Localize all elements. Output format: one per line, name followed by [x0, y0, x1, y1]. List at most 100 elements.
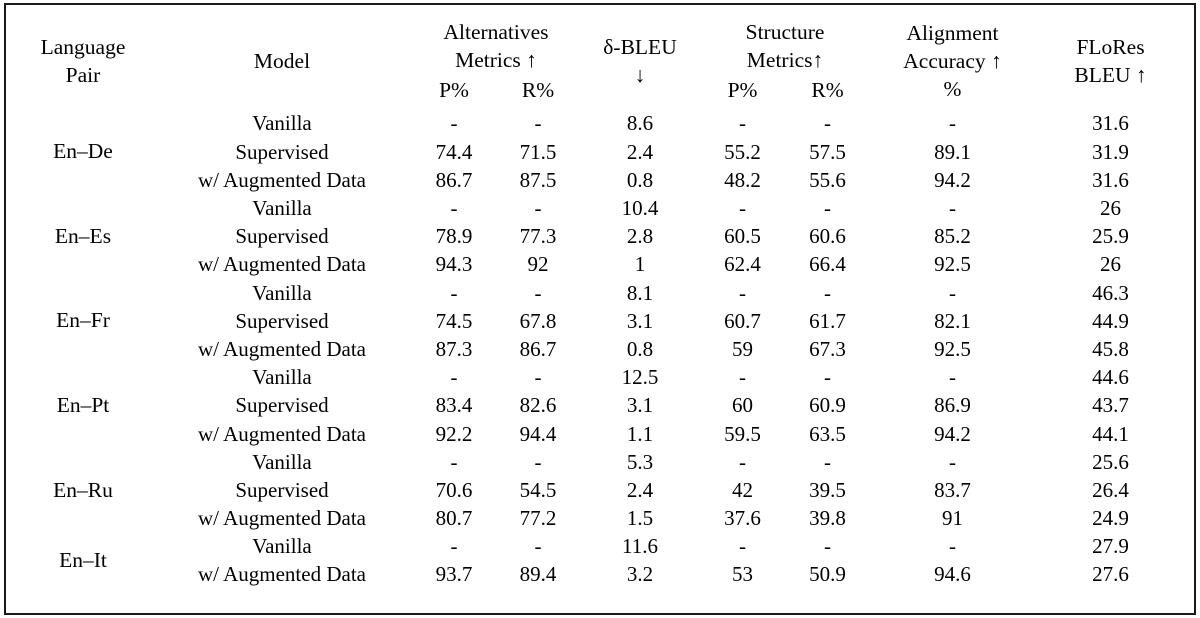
structure-precision-cell: -	[739, 111, 747, 136]
delta-bleu-cell: 1	[634, 252, 646, 277]
structure-precision-cell: 62.4	[724, 252, 761, 277]
model-name-cell: Supervised	[235, 477, 329, 502]
flores-bleu-cell: 44.6	[1092, 365, 1129, 390]
structure-precision-cell: -	[739, 534, 747, 559]
results-table-container: Language Pair Model Alternatives Metrics…	[14, 14, 1186, 600]
structure-recall-cell: -	[824, 449, 832, 474]
alignment-accuracy-cell: 92.5	[934, 336, 971, 361]
alignment-accuracy-cell: -	[949, 534, 957, 559]
structure-precision-cell: 42	[732, 477, 754, 502]
header-structure-line2: Metrics↑	[746, 47, 824, 72]
header-flores-line2: BLEU ↑	[1074, 63, 1147, 87]
header-model: Model	[152, 14, 412, 110]
header-structure-precision: P%	[727, 78, 758, 103]
alignment-accuracy-cell: 82.1	[934, 308, 971, 333]
table-row: Supervised 70.6 54.5 2.4 42 39.5 83.7 26.4	[14, 476, 1186, 504]
alternatives-precision-cell: 74.4	[435, 139, 473, 164]
alignment-accuracy-cell: -	[949, 111, 957, 136]
alternatives-recall-cell: 77.3	[519, 224, 557, 249]
flores-bleu-cell: 26.4	[1092, 477, 1129, 502]
header-language-pair: Language Pair	[14, 14, 152, 110]
alignment-accuracy-cell: 89.1	[934, 139, 971, 164]
alignment-accuracy-cell: 94.6	[934, 562, 971, 587]
alignment-accuracy-cell: -	[949, 280, 957, 305]
flores-bleu-cell: 24.9	[1092, 506, 1129, 531]
table-row: Supervised 83.4 82.6 3.1 60 60.9 86.9 43.7	[14, 392, 1186, 420]
header-structure-subcolumns: P% R%	[700, 77, 870, 105]
alternatives-precision-cell: -	[450, 280, 458, 305]
delta-bleu-cell: 3.2	[626, 562, 654, 587]
alternatives-precision-cell: 87.3	[435, 336, 473, 361]
structure-recall-cell: 55.6	[809, 167, 846, 192]
alternatives-recall-cell: 89.4	[519, 562, 557, 587]
table-body: En–De Vanilla - - 8.6 - - - 31.6 Supervised 74.4 71…	[14, 110, 1186, 589]
header-alternatives-line1: Alternatives	[443, 19, 549, 44]
structure-precision-cell: 55.2	[724, 139, 761, 164]
structure-precision-cell: -	[739, 280, 747, 305]
structure-recall-cell: 57.5	[809, 139, 846, 164]
header-structure-line1: Structure	[745, 19, 825, 44]
structure-precision-cell: 59.5	[724, 421, 761, 446]
model-name-cell: Supervised	[235, 308, 329, 333]
structure-precision-cell: 60.7	[724, 308, 761, 333]
structure-precision-cell: 60	[732, 393, 754, 418]
delta-bleu-cell: 5.3	[626, 449, 654, 474]
alternatives-precision-cell: 86.7	[435, 167, 473, 192]
alignment-accuracy-cell: 83.7	[934, 477, 971, 502]
model-name-cell: Vanilla	[252, 365, 312, 390]
flores-bleu-cell: 46.3	[1092, 280, 1129, 305]
header-alternatives-recall: R%	[521, 78, 555, 103]
language-pair-cell: En–Fr	[56, 308, 110, 333]
alternatives-recall-cell: -	[534, 280, 542, 305]
alternatives-recall-cell: 87.5	[519, 167, 557, 192]
alignment-accuracy-cell: 85.2	[934, 224, 971, 249]
alignment-accuracy-cell: 94.2	[934, 421, 971, 446]
language-pair-cell: En–Pt	[56, 393, 110, 417]
header-alternatives-line2: Metrics ↑	[455, 47, 537, 72]
structure-recall-cell: 66.4	[809, 252, 846, 277]
header-alignment-line2: Accuracy ↑	[903, 49, 1002, 74]
header-row: Language Pair Model Alternatives Metrics…	[14, 14, 1186, 110]
header-delta-bleu-line1: δ-BLEU	[603, 35, 677, 60]
model-name-cell: Vanilla	[252, 449, 312, 474]
language-pair-cell: En–It	[59, 548, 107, 573]
alignment-accuracy-cell: -	[949, 196, 957, 220]
header-structure-recall: R%	[811, 78, 844, 103]
alternatives-precision-cell: -	[450, 111, 458, 136]
header-delta-bleu: δ-BLEU ↓	[580, 14, 700, 110]
flores-bleu-cell: 25.9	[1092, 224, 1129, 249]
structure-precision-cell: -	[739, 449, 747, 474]
delta-bleu-cell: 3.1	[626, 308, 654, 333]
model-name-cell: w/ Augmented Data	[198, 252, 366, 277]
delta-bleu-cell: 3.1	[626, 393, 654, 418]
table-row: w/ Augmented Data 80.7 77.2 1.5 37.6 39.8 91 24…	[14, 505, 1186, 533]
table-row: w/ Augmented Data 94.3 92 1 62.4 66.4 92.5 26	[14, 251, 1186, 279]
alignment-accuracy-cell: 91	[942, 506, 964, 531]
structure-precision-cell: 53	[732, 562, 754, 587]
alternatives-recall-cell: -	[534, 449, 542, 474]
model-name-cell: w/ Augmented Data	[198, 421, 366, 446]
alternatives-precision-cell: 74.5	[435, 308, 473, 333]
table-row: Supervised 78.9 77.3 2.8 60.5 60.6 85.2 25.9	[14, 223, 1186, 251]
structure-recall-cell: 60.9	[809, 393, 846, 418]
table-row: w/ Augmented Data 87.3 86.7 0.8 59 67.3 92.5 45…	[14, 336, 1186, 364]
flores-bleu-cell: 44.9	[1092, 308, 1129, 333]
model-name-cell: Vanilla	[252, 196, 312, 220]
delta-bleu-cell: 2.8	[626, 224, 654, 249]
header-alignment-line3: %	[943, 76, 962, 101]
table-row: En–It Vanilla - - 11.6 - - - 27.9	[14, 533, 1186, 572]
delta-bleu-cell: 12.5	[621, 365, 659, 390]
flores-bleu-cell: 45.8	[1092, 336, 1129, 361]
structure-precision-cell: -	[739, 365, 747, 390]
model-name-cell: w/ Augmented Data	[198, 167, 366, 192]
delta-bleu-cell: 0.8	[626, 167, 654, 192]
alternatives-recall-cell: 82.6	[519, 393, 557, 418]
alternatives-precision-cell: 78.9	[435, 224, 473, 249]
delta-bleu-cell: 11.6	[622, 534, 658, 559]
model-name-cell: w/ Augmented Data	[198, 336, 366, 361]
delta-bleu-cell: 8.1	[626, 280, 654, 305]
flores-bleu-cell: 31.6	[1092, 111, 1129, 136]
alternatives-recall-cell: 54.5	[519, 477, 557, 502]
alternatives-recall-cell: 92	[527, 252, 549, 277]
structure-recall-cell: -	[824, 534, 832, 559]
